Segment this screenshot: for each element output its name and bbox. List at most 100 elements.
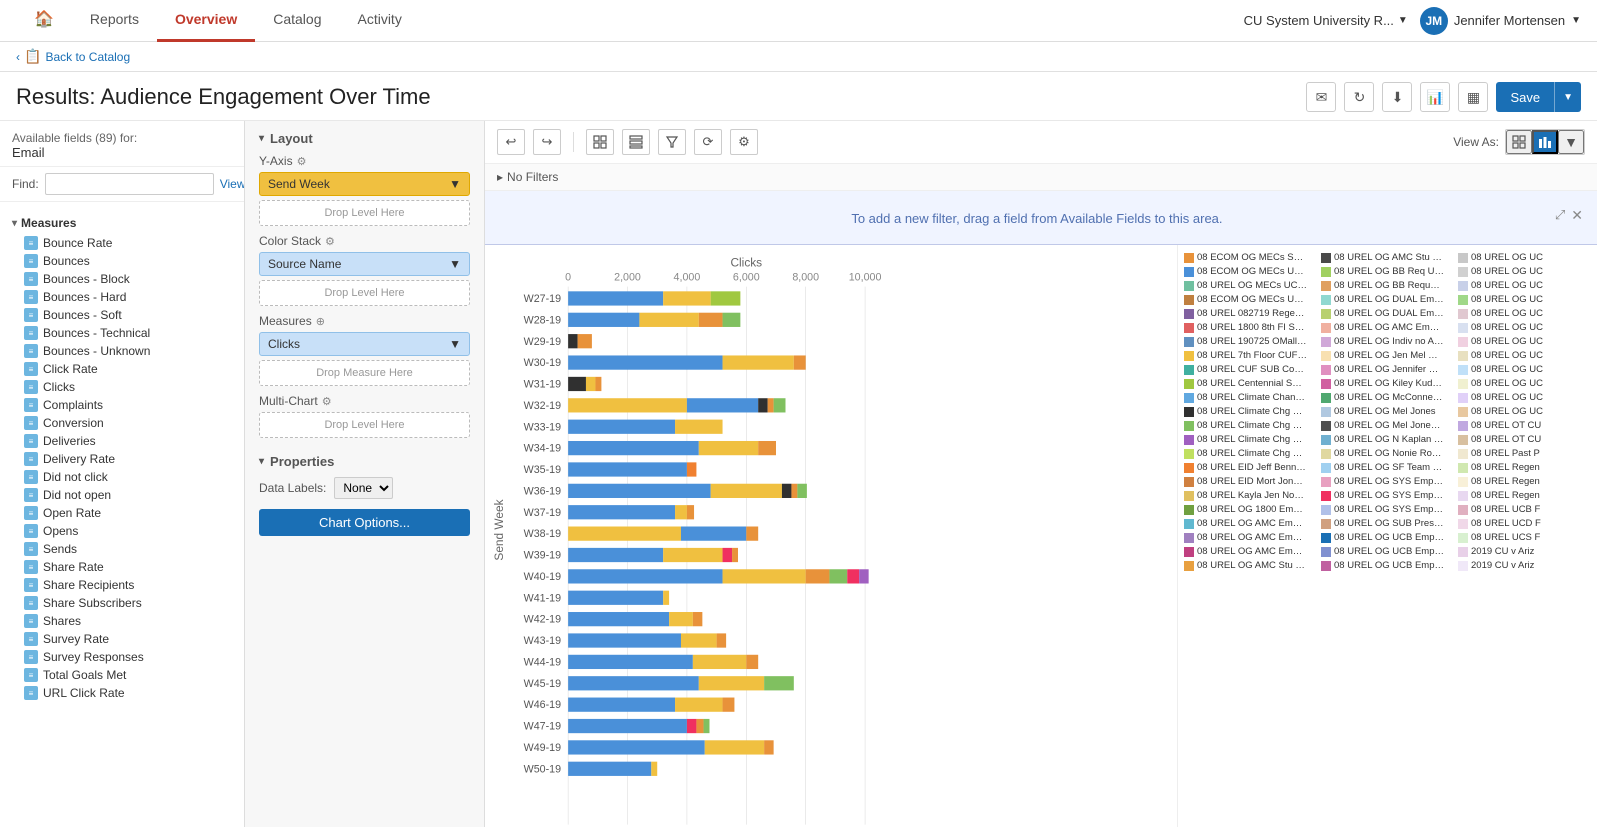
legend-color [1321, 323, 1331, 333]
field-item[interactable]: ≡Did not open [12, 486, 232, 504]
field-item[interactable]: ≡Bounces - Unknown [12, 342, 232, 360]
field-label: Complaints [43, 398, 103, 412]
field-item[interactable]: ≡Bounce Rate [12, 234, 232, 252]
legend-color [1458, 281, 1468, 291]
expand-view-button[interactable]: ▼ [1558, 130, 1584, 154]
download-action-icon[interactable]: ⬇ [1382, 82, 1412, 112]
field-item[interactable]: ≡Bounces - Soft [12, 306, 232, 324]
field-item[interactable]: ≡Bounces - Hard [12, 288, 232, 306]
measure-icon: ≡ [24, 578, 38, 592]
main-layout: Available fields (89) for: Email Find: V… [0, 121, 1597, 827]
nav-catalog[interactable]: Catalog [255, 0, 339, 42]
legend-item: 08 UREL OG MECs UCCS TXN [1184, 279, 1317, 292]
legend-color [1321, 491, 1331, 501]
grid-view-button[interactable] [1506, 130, 1532, 154]
field-item[interactable]: ≡Conversion [12, 414, 232, 432]
undo-button[interactable]: ↩ [497, 129, 525, 155]
filter-button[interactable] [658, 129, 686, 155]
nav-overview[interactable]: Overview [157, 0, 255, 42]
field-item[interactable]: ≡ Complaints [12, 396, 232, 414]
field-item[interactable]: ≡Bounces [12, 252, 232, 270]
legend-label: 08 UREL OG BB Request SUB Pres eNews [1334, 280, 1444, 291]
layout-section-title: Layout [259, 131, 470, 146]
field-item[interactable]: ≡Shares [12, 612, 232, 630]
field-item[interactable]: ≡Opens [12, 522, 232, 540]
multichart-drop-zone: Drop Level Here [259, 412, 470, 438]
field-label: Bounces - Unknown [43, 344, 150, 358]
save-button[interactable]: Save ▼ [1496, 82, 1581, 112]
nav-activity[interactable]: Activity [339, 0, 419, 42]
legend-label: 08 UREL OG UC [1471, 308, 1543, 319]
data-labels-select[interactable]: None [334, 477, 393, 499]
settings-button[interactable]: ⚙ [730, 129, 758, 155]
chart-action-icon[interactable]: 📊 [1420, 82, 1450, 112]
measure-icon: ≡ [24, 272, 38, 286]
left-panel: Available fields (89) for: Email Find: V… [0, 121, 245, 827]
field-item[interactable]: ≡Click Rate [12, 360, 232, 378]
legend-color [1184, 449, 1194, 459]
field-label: Share Recipients [43, 578, 134, 592]
legend-color [1458, 505, 1468, 515]
nav-reports[interactable]: Reports [72, 0, 157, 42]
legend-color [1458, 365, 1468, 375]
org-selector[interactable]: CU System University R... ▼ [1244, 13, 1408, 28]
field-item[interactable]: ≡Delivery Rate [12, 450, 232, 468]
field-item[interactable]: ≡Share Rate [12, 558, 232, 576]
redo-button[interactable]: ↪ [533, 129, 561, 155]
field-label: Did not click [43, 470, 108, 484]
search-input[interactable] [45, 173, 214, 195]
legend-item: 08 UREL 190725 OMalley SUB Events [1184, 335, 1317, 348]
measure-icon: ≡ [24, 506, 38, 520]
bar-chart-view-button[interactable] [1532, 130, 1558, 154]
field-item[interactable]: ≡Sends [12, 540, 232, 558]
field-item[interactable]: ≡Did not click [12, 468, 232, 486]
color-stack-chip[interactable]: Source Name ▼ [259, 252, 470, 276]
middle-panel: Layout Y-Axis ⚙ Send Week ▼ Drop Level H… [245, 121, 485, 827]
legend-label: 08 UREL 1800 8th FI SUB Events [1197, 322, 1307, 333]
table-view-button[interactable] [586, 129, 614, 155]
back-to-catalog-link[interactable]: ‹ 📋 Back to Catalog [16, 48, 130, 65]
legend-item: 08 UREL CUF SUB Connections [1184, 363, 1317, 376]
nav-home[interactable]: 🏠 [16, 0, 72, 42]
fields-list: Measures ≡Bounce Rate≡Bounces≡Bounces - … [0, 202, 244, 827]
chart-options-button[interactable]: Chart Options... [259, 509, 470, 536]
legend-item: 08 ECOM OG MECs SYS and ADV TXN [1184, 251, 1317, 264]
save-arrow-icon[interactable]: ▼ [1554, 82, 1581, 112]
measure-icon: ≡ [24, 398, 38, 412]
field-item[interactable]: ≡Total Goals Met [12, 666, 232, 684]
field-item[interactable]: ≡Open Rate [12, 504, 232, 522]
filter-expand-icon[interactable]: ⤢ [1555, 207, 1565, 224]
legend-item: 08 UREL OG UC [1458, 279, 1591, 292]
email-action-icon[interactable]: ✉ [1306, 82, 1336, 112]
legend-label: 08 UREL OG UC [1471, 252, 1543, 263]
measures-section-header[interactable]: Measures [12, 216, 232, 230]
field-item[interactable]: ≡Bounces - Block [12, 270, 232, 288]
measures-chip[interactable]: Clicks ▼ [259, 332, 470, 356]
refresh-button[interactable]: ⟳ [694, 129, 722, 155]
yaxis-chip[interactable]: Send Week ▼ [259, 172, 470, 196]
user-menu[interactable]: JM Jennifer Mortensen ▼ [1420, 7, 1581, 35]
share-action-icon[interactable]: ↻ [1344, 82, 1374, 112]
field-item[interactable]: ≡Bounces - Technical [12, 324, 232, 342]
legend-item: 08 UREL OG DUAL Emp SUB PAnn [1321, 307, 1454, 320]
filter-toggle[interactable]: ▸ No Filters [497, 170, 558, 184]
field-item[interactable]: ≡Share Subscribers [12, 594, 232, 612]
table-action-icon[interactable]: ▦ [1458, 82, 1488, 112]
measure-icon: ≡ [24, 254, 38, 268]
filter-close-icon[interactable]: ✕ [1571, 207, 1583, 224]
field-item[interactable]: ≡Survey Rate [12, 630, 232, 648]
field-item[interactable]: ≡Clicks [12, 378, 232, 396]
legend-item: 08 UREL Climate Chg UCB SUB Events [1184, 433, 1317, 446]
field-item[interactable]: ≡ Share Recipients [12, 576, 232, 594]
field-item[interactable]: ≡Survey Responses [12, 648, 232, 666]
pivot-view-button[interactable] [622, 129, 650, 155]
user-name: Jennifer Mortensen [1454, 13, 1565, 28]
view-button[interactable]: View ▼ [220, 177, 245, 191]
field-item[interactable]: ≡URL Click Rate [12, 684, 232, 702]
filter-label: No Filters [507, 170, 558, 184]
field-item[interactable]: ≡Deliveries [12, 432, 232, 450]
measure-icon: ≡ [24, 686, 38, 700]
legend-color [1184, 505, 1194, 515]
legend-label: 08 UREL CUF SUB Connections [1197, 364, 1307, 375]
legend-item: 08 UREL Kayla Jen Nonie Data Tags [1184, 489, 1317, 502]
